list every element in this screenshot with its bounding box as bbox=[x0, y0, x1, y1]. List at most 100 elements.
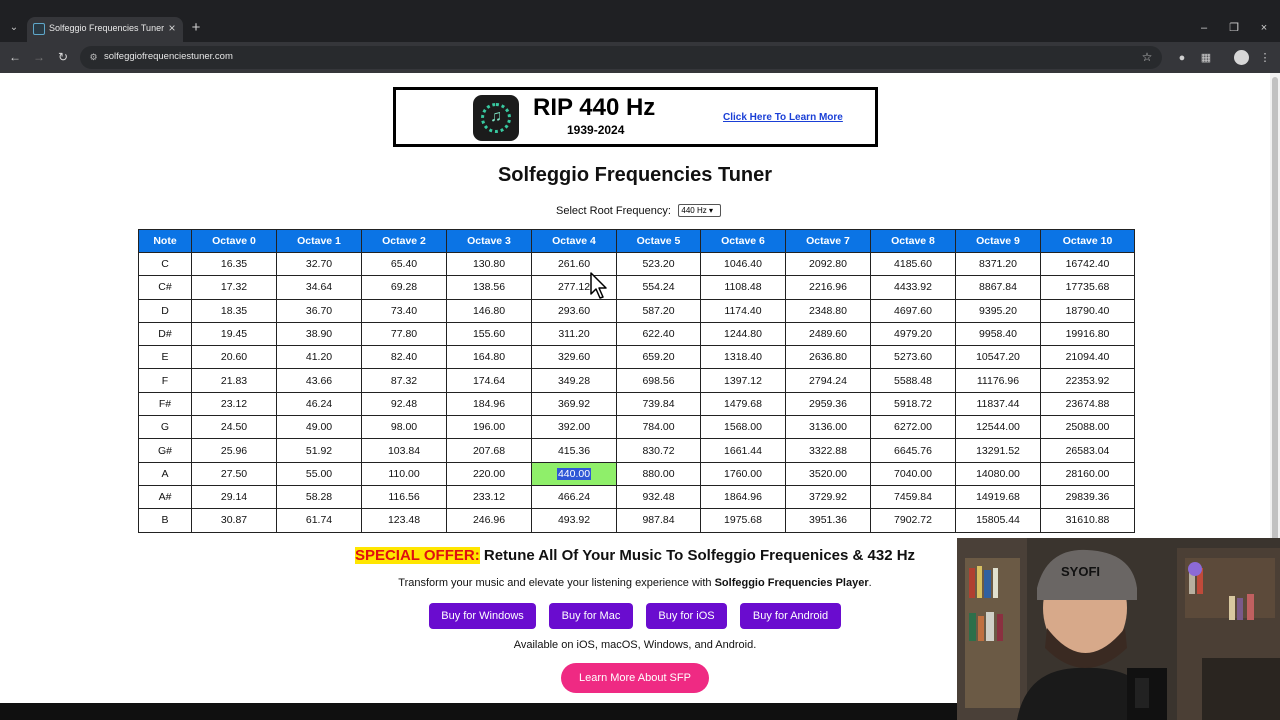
buy-windows-button[interactable]: Buy for Windows bbox=[429, 603, 536, 629]
frequency-cell: 65.40 bbox=[361, 251, 447, 277]
note-cell: C# bbox=[138, 275, 192, 300]
learn-more-button[interactable]: Learn More About SFP bbox=[561, 663, 709, 693]
frequency-cell: 784.00 bbox=[616, 415, 701, 440]
frequency-cell: 82.40 bbox=[361, 345, 447, 370]
extensions-icon[interactable]: ▦ bbox=[1199, 51, 1213, 65]
selected-frequency-text: 440.00 bbox=[556, 467, 592, 480]
frequency-cell: 4697.60 bbox=[870, 298, 956, 323]
frequency-cell: 5273.60 bbox=[870, 345, 956, 370]
buy-mac-button[interactable]: Buy for Mac bbox=[549, 603, 633, 629]
table-row: C# 17.32 34.64 69.28 138.56 277.12 554.24 1108.… bbox=[138, 275, 1135, 300]
frequency-cell: 31610.88 bbox=[1040, 508, 1135, 533]
root-frequency-select[interactable]: 440 Hz ▾ bbox=[678, 204, 722, 218]
frequency-cell: 5918.72 bbox=[870, 391, 956, 417]
frequency-cell: 196.00 bbox=[446, 415, 532, 440]
bookmark-star-icon[interactable]: ☆ bbox=[1140, 50, 1154, 64]
browser-titlebar: ⌄ Solfeggio Frequencies Tuner × + – ❐ × bbox=[0, 0, 1280, 42]
frequency-cell: 17.32 bbox=[191, 275, 277, 300]
frequency-cell: 830.72 bbox=[616, 438, 701, 463]
table-header-row: Note Octave 0 Octave 1 Octave 2 Octave 3 Octa… bbox=[138, 229, 1135, 253]
table-row: D 18.35 36.70 73.40 146.80 293.60 587.20 1174.4… bbox=[138, 298, 1135, 323]
screen: ⌄ Solfeggio Frequencies Tuner × + – ❐ × … bbox=[0, 0, 1280, 720]
note-cell: G# bbox=[138, 438, 192, 463]
buy-android-button[interactable]: Buy for Android bbox=[740, 603, 841, 629]
frequency-cell: 58.28 bbox=[276, 484, 362, 510]
frequency-cell: 2348.80 bbox=[785, 298, 871, 323]
reload-icon[interactable]: ↻ bbox=[56, 50, 70, 64]
frequency-cell: 4433.92 bbox=[870, 275, 956, 300]
frequency-cell: 138.56 bbox=[446, 275, 532, 300]
browser-tab[interactable]: Solfeggio Frequencies Tuner × bbox=[27, 17, 183, 42]
frequency-cell: 22353.92 bbox=[1040, 368, 1135, 393]
buy-ios-button[interactable]: Buy for iOS bbox=[646, 603, 727, 629]
frequency-cell: 3520.00 bbox=[785, 461, 871, 486]
minimize-icon[interactable]: – bbox=[1197, 21, 1211, 35]
frequency-cell: 27.50 bbox=[191, 461, 277, 486]
more-menu-icon[interactable]: ⋮ bbox=[1258, 51, 1272, 65]
frequency-cell: 77.80 bbox=[361, 321, 447, 347]
frequency-cell: 493.92 bbox=[531, 508, 617, 533]
frequency-cell: 24.50 bbox=[191, 415, 277, 440]
frequency-cell: 46.24 bbox=[276, 391, 362, 417]
frequency-cell: 880.00 bbox=[616, 461, 701, 486]
frequency-cell: 7902.72 bbox=[870, 508, 956, 533]
frequency-cell: 6272.00 bbox=[870, 415, 956, 440]
note-cell: B bbox=[138, 508, 192, 533]
promo-banner[interactable]: ♫ RIP 440 Hz 1939-2024 Click Here To Lea… bbox=[393, 87, 878, 147]
frequency-cell: 220.00 bbox=[446, 461, 532, 486]
frequency-cell: 3136.00 bbox=[785, 415, 871, 440]
window-close-icon[interactable]: × bbox=[1257, 21, 1271, 35]
frequency-cell: 1318.40 bbox=[700, 345, 786, 370]
frequency-cell: 2092.80 bbox=[785, 251, 871, 277]
tab-close-icon[interactable]: × bbox=[165, 21, 179, 35]
note-cell: D bbox=[138, 298, 192, 323]
frequency-cell: 9958.40 bbox=[955, 321, 1041, 347]
frequency-cell: 130.80 bbox=[446, 251, 532, 277]
restore-icon[interactable]: ❐ bbox=[1227, 21, 1241, 35]
frequency-cell: 329.60 bbox=[531, 345, 617, 370]
frequency-cell: 659.20 bbox=[616, 345, 701, 370]
back-icon[interactable]: ← bbox=[8, 50, 22, 64]
frequency-cell: 587.20 bbox=[616, 298, 701, 323]
column-header: Octave 0 bbox=[191, 229, 277, 253]
note-cell: C bbox=[138, 251, 192, 277]
address-bar[interactable]: ⚙ solfeggiofrequenciestuner.com ☆ bbox=[80, 46, 1162, 69]
frequency-cell: 25.96 bbox=[191, 438, 277, 463]
frequency-cell: 23674.88 bbox=[1040, 391, 1135, 417]
frequency-cell: 98.00 bbox=[361, 415, 447, 440]
frequency-cell: 5588.48 bbox=[870, 368, 956, 393]
forward-icon[interactable]: → bbox=[32, 50, 46, 64]
banner-learn-more-link[interactable]: Click Here To Learn More bbox=[723, 112, 843, 123]
frequency-cell: 466.24 bbox=[531, 484, 617, 510]
camera-icon[interactable]: ● bbox=[1175, 51, 1189, 65]
frequency-cell: 2794.24 bbox=[785, 368, 871, 393]
frequency-cell: 110.00 bbox=[361, 461, 447, 486]
frequency-cell: 55.00 bbox=[276, 461, 362, 486]
frequency-cell: 698.56 bbox=[616, 368, 701, 393]
banner-title: RIP 440 Hz bbox=[533, 94, 656, 121]
url-text[interactable]: solfeggiofrequenciestuner.com bbox=[104, 51, 233, 62]
frequency-cell: 1760.00 bbox=[700, 461, 786, 486]
frequency-cell: 987.84 bbox=[616, 508, 701, 533]
special-offer-text: Retune All Of Your Music To Solfeggio Fr… bbox=[483, 547, 916, 564]
frequency-cell: 103.84 bbox=[361, 438, 447, 463]
offer-description-text: Transform your music and elevate your li… bbox=[398, 577, 715, 589]
frequency-cell: 7459.84 bbox=[870, 484, 956, 510]
profile-avatar-icon[interactable] bbox=[1234, 50, 1249, 65]
new-tab-icon[interactable]: + bbox=[189, 20, 203, 35]
frequency-cell: 14080.00 bbox=[955, 461, 1041, 486]
column-header: Octave 3 bbox=[446, 229, 532, 253]
frequency-cell: 164.80 bbox=[446, 345, 532, 370]
tab-search-chevron-icon[interactable]: ⌄ bbox=[6, 20, 22, 36]
site-info-icon[interactable]: ⚙ bbox=[88, 52, 99, 63]
table-row: A 27.50 55.00 110.00 220.00 440.00 880.00 1760.… bbox=[138, 461, 1135, 486]
scrollbar-thumb[interactable] bbox=[1272, 77, 1278, 547]
frequency-cell: 30.87 bbox=[191, 508, 277, 533]
frequency-cell: 23.12 bbox=[191, 391, 277, 417]
column-header: Octave 6 bbox=[700, 229, 786, 253]
mouse-cursor-icon bbox=[590, 272, 607, 299]
tab-title: Solfeggio Frequencies Tuner bbox=[49, 23, 165, 33]
frequency-cell: 21.83 bbox=[191, 368, 277, 393]
frequency-cell: 3322.88 bbox=[785, 438, 871, 463]
frequency-cell: 349.28 bbox=[531, 368, 617, 393]
